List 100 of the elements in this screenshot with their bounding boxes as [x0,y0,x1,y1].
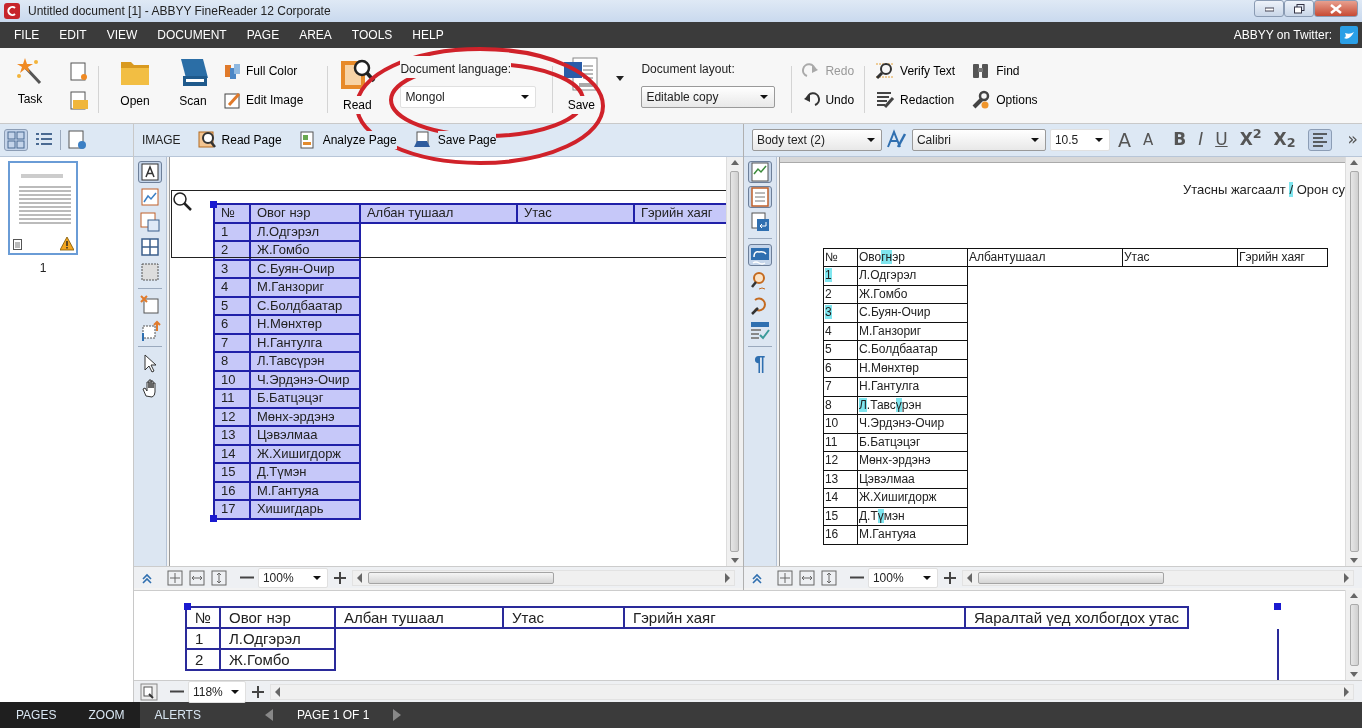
open-button[interactable]: Open [119,56,151,123]
table-cell: 14 [823,488,858,507]
format-button[interactable]: B [1169,127,1191,153]
language-select[interactable]: Mongol [400,86,537,108]
menu-item[interactable]: PAGE [236,26,290,44]
toolbar-button[interactable]: Find [971,60,1038,81]
zoom-in-button[interactable] [331,570,348,585]
horizontal-scrollbar[interactable] [351,569,735,586]
menu-item[interactable]: TOOLS [341,26,403,44]
up-arrow-icon [1350,593,1358,598]
vertical-scrollbar[interactable] [1345,590,1362,680]
zoom-fit-button[interactable] [187,568,206,587]
zoom-select[interactable]: 100% [867,567,938,588]
scan-button[interactable]: Scan [177,56,209,123]
menu-item[interactable]: FILE [4,26,50,44]
zoom-fit-button[interactable] [797,568,816,587]
fit-width-icon [797,568,816,587]
save-button[interactable]: Save [563,56,600,123]
toolbar-button[interactable]: Undo [802,91,855,110]
zoom-out-button[interactable] [239,576,254,579]
right-arrow-icon [393,709,402,721]
plus-icon [331,570,348,585]
table-cell: 11 [823,433,858,452]
fit-page-icon [165,568,184,587]
menu-item[interactable]: DOCUMENT [147,26,237,44]
format-button[interactable]: X$_{2}$ [1269,127,1300,153]
menu-item[interactable]: AREA [289,26,342,44]
table-cell: Ж.Хишигдорж [857,488,968,507]
table-cell: 7 [823,377,858,396]
status-tab[interactable]: ZOOM [72,702,141,728]
table-cell: 2 [823,285,858,304]
zoom-fit-button[interactable] [165,568,184,587]
open-small-button[interactable] [68,90,88,111]
menu-item[interactable]: EDIT [49,26,97,44]
next-page-button[interactable] [393,709,402,721]
bird-icon[interactable] [1340,26,1358,44]
menu-item[interactable]: HELP [402,26,454,44]
horizontal-scrollbar[interactable] [961,569,1354,586]
format-button[interactable]: X$^{2}$ [1235,127,1266,153]
zoom-in-button[interactable] [941,570,958,585]
status-tab[interactable]: ALERTS [140,702,217,728]
selection-handle[interactable] [209,201,217,208]
selection-handle[interactable] [1273,603,1281,610]
formatting-marks-button[interactable]: ¶ [747,352,772,374]
format-button[interactable]: A [1138,128,1158,152]
picture-area-icon [138,186,161,208]
table-cell: Н.Гантулга [857,377,968,396]
status-tab[interactable]: PAGES [0,702,73,728]
minus-icon [239,576,254,579]
zoom-fit-button[interactable] [775,568,794,587]
zoom-out-button[interactable] [169,690,184,693]
table-cell: Л.Одгэрэл [857,266,968,285]
plus-icon [941,570,958,585]
down-arrow-icon [1350,672,1358,677]
table-cell: М.Гантуяа [857,525,968,544]
zoom-select[interactable]: 100% [257,567,328,588]
zoom-select[interactable]: 118% [187,680,246,703]
redaction-icon [875,90,896,111]
more-button[interactable]: » [1343,127,1362,153]
restore-button[interactable] [1284,0,1314,17]
task-button[interactable]: Task [16,56,44,123]
table-cell: Ж.Гомбо [220,649,335,670]
page-settings-button[interactable] [65,129,89,151]
layout-select[interactable]: Editable copy [641,86,776,108]
selection-handle[interactable] [209,515,217,522]
zoom-in-button[interactable] [249,684,266,699]
minimize-icon [1264,5,1274,12]
previous-page-button[interactable] [264,709,273,721]
toolbar-button[interactable]: Verify Text [875,60,956,81]
align-left-button[interactable] [1307,129,1332,151]
font-size-select[interactable]: 10.5 [1049,129,1110,151]
horizontal-scrollbar[interactable] [269,683,1354,700]
menu-item[interactable]: VIEW [96,26,148,44]
delete-area-icon [138,294,161,316]
selection-handle[interactable] [183,603,191,610]
zoom-out-button[interactable] [849,576,864,579]
paint-brush-icon [223,91,241,110]
table-cell: С.Буян-Очир [857,303,968,322]
read-button[interactable]: Read [338,56,377,123]
format-button[interactable]: I [1194,127,1208,153]
tool-button[interactable] [137,161,162,183]
page-view-button[interactable] [139,682,158,701]
vertical-scrollbar[interactable] [1345,157,1362,566]
style-select[interactable]: Body text (2) [751,129,882,151]
toolbar-button[interactable]: Redaction [875,90,956,111]
toolbar-button[interactable]: Edit Image [223,91,304,110]
view-toggle[interactable] [4,129,28,151]
format-button[interactable]: A [1113,125,1135,155]
new-document-button[interactable] [68,60,88,81]
toolbar-button[interactable]: Full Color [223,61,304,80]
toolbar-button[interactable]: Options [971,90,1038,111]
close-button[interactable] [1314,0,1358,17]
font-select[interactable]: Calibri [911,129,1046,151]
format-button[interactable]: U [1211,127,1232,153]
table-header-cell: Албан тушаал [359,204,517,223]
page-return-icon [748,211,771,233]
table-cell: 1 [823,266,858,285]
table-cell: 16 [823,525,858,544]
zoom-fit-button[interactable] [209,568,228,587]
zoom-fit-button[interactable] [819,568,838,587]
